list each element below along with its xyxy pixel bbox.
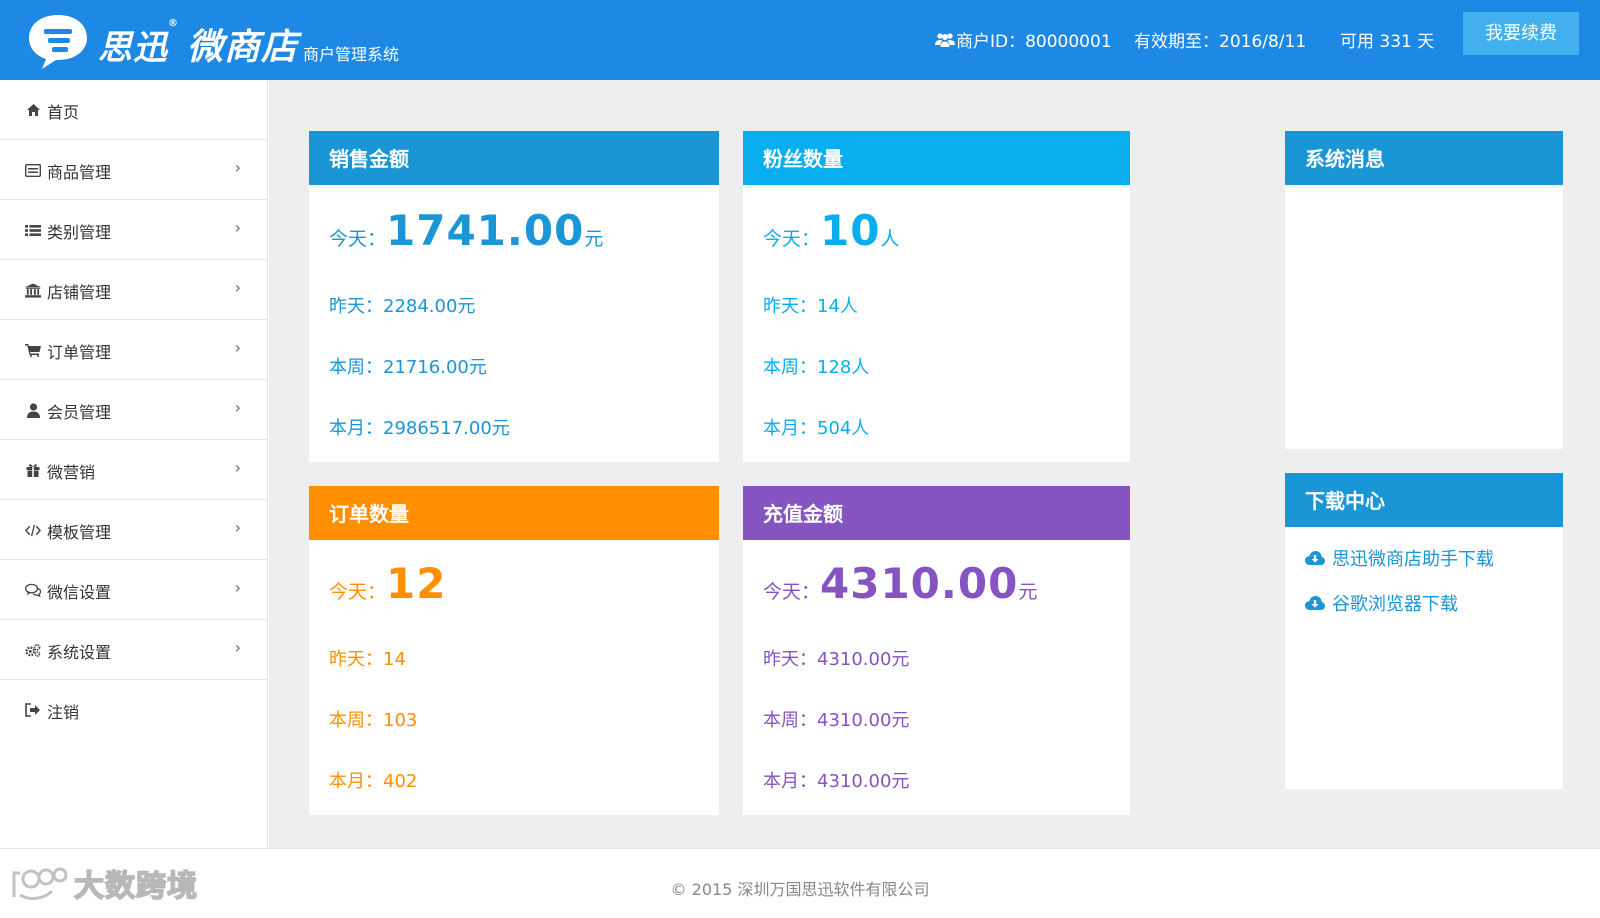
download-link-chrome[interactable]: 谷歌浏览器下载	[1305, 590, 1458, 616]
sidebar-item-categories[interactable]: 类别管理 ›	[0, 200, 267, 260]
sidebar-item-stores[interactable]: 店铺管理 ›	[0, 260, 267, 320]
sidebar-item-label: 微营销	[47, 463, 96, 482]
dashboard-main: 销售金额 今天：1741.00元 昨天：2284.00元 本周：21716.00…	[269, 80, 1600, 848]
sales-today: 今天：1741.00元	[329, 206, 604, 255]
sidebar-item-label: 店铺管理	[47, 283, 112, 302]
sidebar-item-label: 订单管理	[47, 343, 112, 362]
orders-week: 本周：103	[329, 710, 418, 731]
sidebar-item-products[interactable]: 商品管理 ›	[0, 140, 267, 200]
chevron-right-icon: ›	[234, 578, 241, 597]
merchant-id: 商户ID：80000001	[935, 27, 1112, 52]
recharge-today: 今天：4310.00元	[763, 559, 1038, 608]
sales-yesterday: 昨天：2284.00元	[329, 296, 476, 317]
sidebar: 首页 商品管理 › 类别管理 › 店铺管理 › 订单管理 › 会员管理 › 微营…	[0, 80, 268, 848]
cloud-download-icon	[1305, 550, 1325, 565]
sales-month: 本月：2986517.00元	[329, 418, 510, 439]
chevron-right-icon: ›	[234, 518, 241, 537]
chat-icon	[25, 582, 41, 598]
fans-week: 本周：128人	[763, 357, 870, 378]
sidebar-item-members[interactable]: 会员管理 ›	[0, 380, 267, 440]
fans-yesterday: 昨天：14人	[763, 296, 858, 317]
recharge-month: 本月：4310.00元	[763, 771, 910, 792]
home-icon	[25, 102, 41, 118]
download-center-panel: 下载中心 思迅微商店助手下载 谷歌浏览器下载	[1285, 473, 1563, 789]
sales-card-title: 销售金额	[309, 131, 719, 185]
sidebar-item-wechat[interactable]: 微信设置 ›	[0, 560, 267, 620]
orders-month: 本月：402	[329, 771, 418, 792]
remaining-days: 可用 331 天	[1340, 32, 1435, 52]
gift-icon	[25, 462, 41, 478]
top-header: 思迅®微商店 商户管理系统 商户ID：80000001 有效期至：2016/8/…	[0, 0, 1600, 80]
code-icon	[25, 522, 41, 538]
sales-week: 本周：21716.00元	[329, 357, 487, 378]
users-icon	[935, 32, 955, 47]
chevron-right-icon: ›	[234, 338, 241, 357]
sidebar-item-logout[interactable]: 注销	[0, 680, 267, 740]
sidebar-item-home[interactable]: 首页	[0, 80, 267, 140]
recharge-card: 充值金额 今天：4310.00元 昨天：4310.00元 本周：4310.00元…	[743, 486, 1130, 815]
system-messages-title: 系统消息	[1285, 131, 1563, 185]
cart-icon	[25, 342, 41, 358]
orders-card: 订单数量 今天：12 昨天：14 本周：103 本月：402	[309, 486, 719, 815]
sidebar-item-label: 微信设置	[47, 583, 112, 602]
footer: 大数跨境 © 2015 深圳万国思迅软件有限公司	[0, 848, 1600, 918]
sidebar-item-templates[interactable]: 模板管理 ›	[0, 500, 267, 560]
copyright-text: © 2015 深圳万国思迅软件有限公司	[670, 880, 930, 899]
chevron-right-icon: ›	[234, 278, 241, 297]
sidebar-item-label: 系统设置	[47, 643, 112, 662]
fans-card: 粉丝数量 今天：10人 昨天：14人 本周：128人 本月：504人	[743, 131, 1130, 462]
fans-month: 本月：504人	[763, 418, 870, 439]
sidebar-item-label: 会员管理	[47, 403, 112, 422]
gears-icon	[25, 642, 41, 658]
brand-name: 思迅®微商店	[98, 18, 299, 68]
logout-icon	[25, 702, 41, 718]
expiry-date: 有效期至：2016/8/11	[1134, 32, 1307, 52]
orders-card-title: 订单数量	[309, 486, 719, 540]
chevron-right-icon: ›	[234, 218, 241, 237]
user-icon	[25, 402, 41, 418]
sidebar-item-marketing[interactable]: 微营销 ›	[0, 440, 267, 500]
chevron-right-icon: ›	[234, 638, 241, 657]
logo-icon	[29, 15, 87, 69]
orders-yesterday: 昨天：14	[329, 649, 406, 670]
sales-card: 销售金额 今天：1741.00元 昨天：2284.00元 本周：21716.00…	[309, 131, 719, 462]
brand-subtitle: 商户管理系统	[303, 45, 400, 64]
cloud-download-icon	[1305, 595, 1325, 610]
list-icon	[25, 222, 41, 238]
fans-card-title: 粉丝数量	[743, 131, 1130, 185]
system-messages-panel: 系统消息	[1285, 131, 1563, 449]
fans-today: 今天：10人	[763, 206, 900, 255]
sidebar-item-label: 商品管理	[47, 163, 112, 182]
download-center-title: 下载中心	[1285, 473, 1563, 527]
recharge-card-title: 充值金额	[743, 486, 1130, 540]
sidebar-item-label: 模板管理	[47, 523, 112, 542]
sidebar-item-label: 注销	[47, 703, 80, 722]
chevron-right-icon: ›	[234, 158, 241, 177]
product-icon	[25, 162, 41, 178]
sidebar-item-orders[interactable]: 订单管理 ›	[0, 320, 267, 380]
sidebar-item-label: 类别管理	[47, 223, 112, 242]
recharge-week: 本周：4310.00元	[763, 710, 910, 731]
sidebar-item-label: 首页	[47, 103, 80, 122]
recharge-yesterday: 昨天：4310.00元	[763, 649, 910, 670]
download-link-assistant[interactable]: 思迅微商店助手下载	[1305, 545, 1494, 571]
chevron-right-icon: ›	[234, 398, 241, 417]
orders-today: 今天：12	[329, 559, 447, 608]
sidebar-item-system[interactable]: 系统设置 ›	[0, 620, 267, 680]
renew-button[interactable]: 我要续费	[1463, 12, 1579, 55]
chevron-right-icon: ›	[234, 458, 241, 477]
bank-icon	[25, 282, 41, 298]
